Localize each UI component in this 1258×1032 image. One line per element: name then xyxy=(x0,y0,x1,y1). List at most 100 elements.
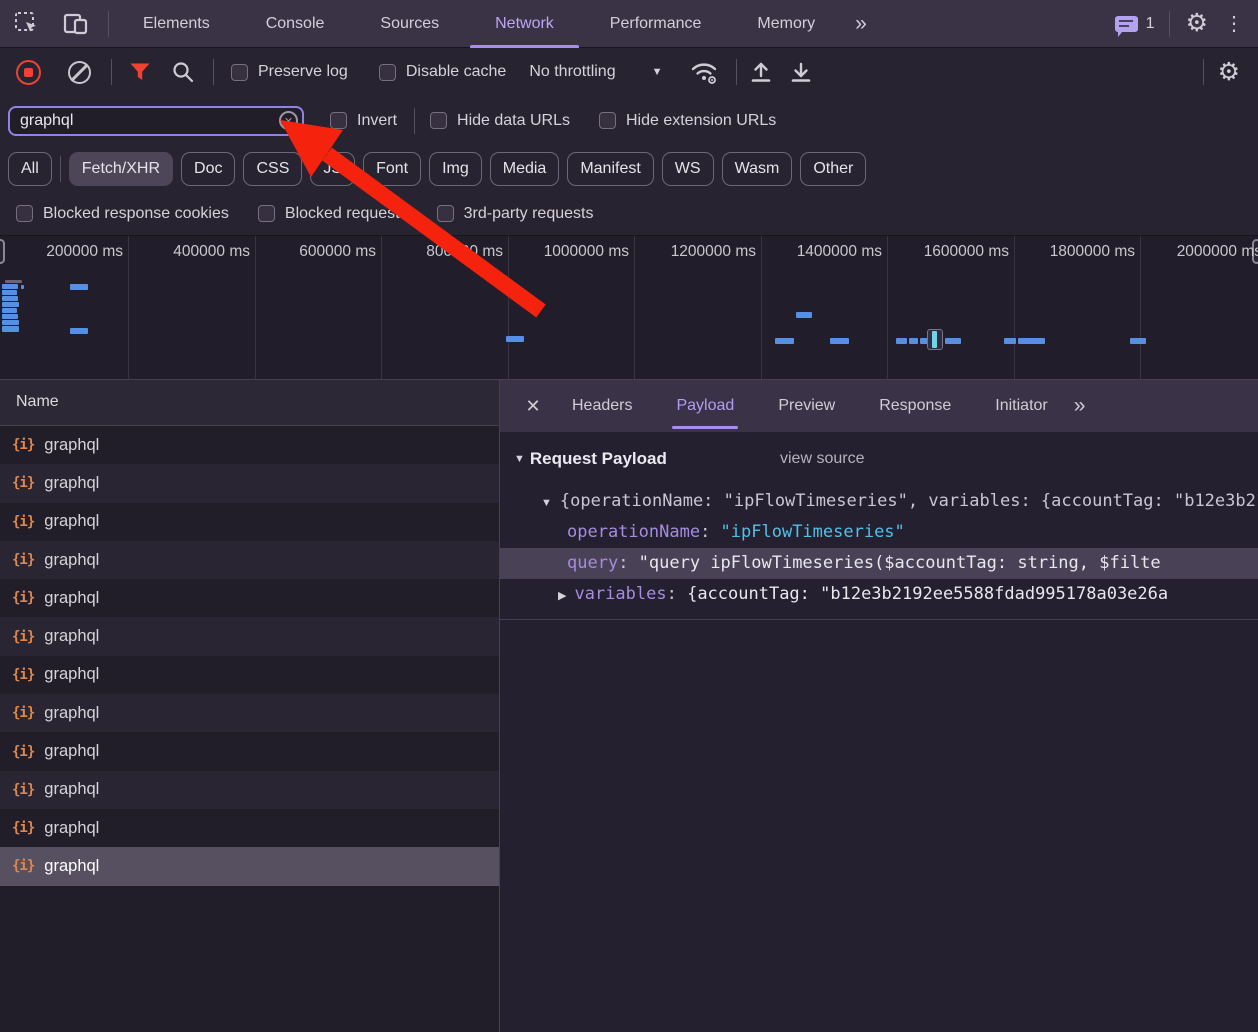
disable-cache-checkbox[interactable]: Disable cache xyxy=(379,63,507,81)
timeline-request-bar[interactable] xyxy=(2,296,18,301)
type-chip-ws[interactable]: WS xyxy=(662,152,714,186)
details-tab-initiator[interactable]: Initiator xyxy=(976,380,1066,432)
timeline-request-bar[interactable] xyxy=(932,331,937,348)
network-settings-gear-icon[interactable]: ⚙ xyxy=(1218,60,1240,85)
checkbox[interactable] xyxy=(599,112,616,129)
type-chip-other[interactable]: Other xyxy=(800,152,866,186)
timeline-request-bar[interactable] xyxy=(2,290,17,295)
request-payload-section[interactable]: ▼ Request Payload xyxy=(514,444,667,474)
timeline-request-bar[interactable] xyxy=(2,302,19,307)
request-row[interactable]: {i}graphql xyxy=(0,426,499,464)
3rd-party-requests-checkbox[interactable]: 3rd-party requests xyxy=(437,205,594,223)
type-chip-media[interactable]: Media xyxy=(490,152,560,186)
settings-gear-icon[interactable]: ⚙ xyxy=(1186,11,1208,36)
export-har-icon[interactable] xyxy=(789,59,813,85)
issues-icon[interactable] xyxy=(1115,16,1138,32)
request-row[interactable]: {i}graphql xyxy=(0,617,499,655)
checkbox[interactable] xyxy=(16,205,33,222)
name-column-header[interactable]: Name xyxy=(0,380,499,426)
request-row[interactable]: {i}graphql xyxy=(0,847,499,885)
tab-network[interactable]: Network xyxy=(467,0,582,48)
kebab-menu-icon[interactable]: ⋮ xyxy=(1218,11,1250,36)
timeline-request-bar[interactable] xyxy=(1130,338,1146,344)
clear-network-log-icon[interactable] xyxy=(68,61,91,84)
hide-extension-urls-checkbox[interactable]: Hide extension URLs xyxy=(599,112,776,130)
close-icon[interactable]: ✕ xyxy=(520,396,546,417)
type-chip-js[interactable]: JS xyxy=(310,152,355,186)
record-network-log-button[interactable] xyxy=(16,60,41,85)
inspect-element-icon[interactable] xyxy=(14,11,40,37)
timeline-request-bar[interactable] xyxy=(830,338,849,344)
timeline-request-bar[interactable] xyxy=(506,336,524,342)
more-details-tabs-icon[interactable]: » xyxy=(1074,394,1084,418)
details-tab-preview[interactable]: Preview xyxy=(759,380,854,432)
import-har-icon[interactable] xyxy=(749,59,773,85)
type-chip-font[interactable]: Font xyxy=(363,152,421,186)
type-chip-fetch-xhr[interactable]: Fetch/XHR xyxy=(69,152,173,186)
timeline-request-bar[interactable] xyxy=(2,308,17,313)
request-row[interactable]: {i}graphql xyxy=(0,694,499,732)
view-source-link[interactable]: view source xyxy=(780,444,864,474)
timeline-request-bar[interactable] xyxy=(896,338,907,344)
timeline-request-bar[interactable] xyxy=(70,328,88,334)
request-row[interactable]: {i}graphql xyxy=(0,809,499,847)
tab-sources[interactable]: Sources xyxy=(352,0,467,48)
type-chip-doc[interactable]: Doc xyxy=(181,152,235,186)
search-icon[interactable] xyxy=(171,60,195,84)
timeline-request-bar[interactable] xyxy=(796,312,812,318)
tab-performance[interactable]: Performance xyxy=(582,0,730,48)
checkbox[interactable] xyxy=(430,112,447,129)
hide-data-urls-checkbox[interactable]: Hide data URLs xyxy=(430,112,570,130)
request-row[interactable]: {i}graphql xyxy=(0,541,499,579)
invert-checkbox[interactable]: Invert xyxy=(330,112,397,130)
timeline-request-bar[interactable] xyxy=(1004,338,1016,344)
request-row[interactable]: {i}graphql xyxy=(0,503,499,541)
payload-tree-row[interactable]: query: "query ipFlowTimeseries($accountT… xyxy=(500,548,1258,579)
timeline-request-bar[interactable] xyxy=(2,314,18,319)
timeline-request-bar[interactable] xyxy=(775,338,794,344)
checkbox[interactable] xyxy=(258,205,275,222)
request-row[interactable]: {i}graphql xyxy=(0,771,499,809)
timeline-request-bar[interactable] xyxy=(945,338,961,344)
type-chip-manifest[interactable]: Manifest xyxy=(567,152,653,186)
tab-console[interactable]: Console xyxy=(238,0,353,48)
tab-memory[interactable]: Memory xyxy=(729,0,843,48)
checkbox[interactable] xyxy=(437,205,454,222)
details-tab-payload[interactable]: Payload xyxy=(657,380,753,432)
more-tabs-icon[interactable]: » xyxy=(843,12,877,36)
triangle-down-icon[interactable]: ▼ xyxy=(541,488,552,517)
request-row[interactable]: {i}graphql xyxy=(0,732,499,770)
type-chip-all[interactable]: All xyxy=(8,152,52,186)
timeline-overview[interactable]: 200000 ms400000 ms600000 ms800000 ms1000… xyxy=(0,236,1258,380)
clear-filter-icon[interactable]: ✕ xyxy=(279,111,298,130)
timeline-request-bar[interactable] xyxy=(21,285,24,289)
request-row[interactable]: {i}graphql xyxy=(0,656,499,694)
throttling-select[interactable]: No throttling ▼ xyxy=(529,63,662,81)
network-conditions-icon[interactable] xyxy=(688,58,720,86)
blocked-response-cookies-checkbox[interactable]: Blocked response cookies xyxy=(16,205,229,223)
timeline-request-bar[interactable] xyxy=(1018,338,1045,344)
payload-tree-row[interactable]: ▶variables: {accountTag: "b12e3b2192ee55… xyxy=(500,579,1258,610)
timeline-request-bar[interactable] xyxy=(909,338,918,344)
tab-elements[interactable]: Elements xyxy=(115,0,238,48)
preserve-log-checkbox[interactable]: Preserve log xyxy=(231,63,348,81)
checkbox[interactable] xyxy=(379,64,396,81)
timeline-request-bar[interactable] xyxy=(2,326,19,332)
filter-input[interactable] xyxy=(8,106,304,136)
triangle-right-icon[interactable]: ▶ xyxy=(558,581,566,610)
type-chip-img[interactable]: Img xyxy=(429,152,482,186)
checkbox[interactable] xyxy=(231,64,248,81)
timeline-request-bar[interactable] xyxy=(2,320,19,325)
request-row[interactable]: {i}graphql xyxy=(0,579,499,617)
blocked-requests-checkbox[interactable]: Blocked requests xyxy=(258,205,408,223)
type-chip-wasm[interactable]: Wasm xyxy=(722,152,793,186)
checkbox[interactable] xyxy=(330,112,347,129)
request-row[interactable]: {i}graphql xyxy=(0,464,499,502)
timeline-request-bar[interactable] xyxy=(70,284,88,290)
timeline-request-bar[interactable] xyxy=(5,280,22,283)
device-toolbar-icon[interactable] xyxy=(62,12,90,36)
payload-tree-row[interactable]: ▼{operationName: "ipFlowTimeseries", var… xyxy=(500,486,1258,517)
filter-icon[interactable] xyxy=(129,62,151,82)
type-chip-css[interactable]: CSS xyxy=(243,152,302,186)
details-tab-headers[interactable]: Headers xyxy=(553,380,651,432)
